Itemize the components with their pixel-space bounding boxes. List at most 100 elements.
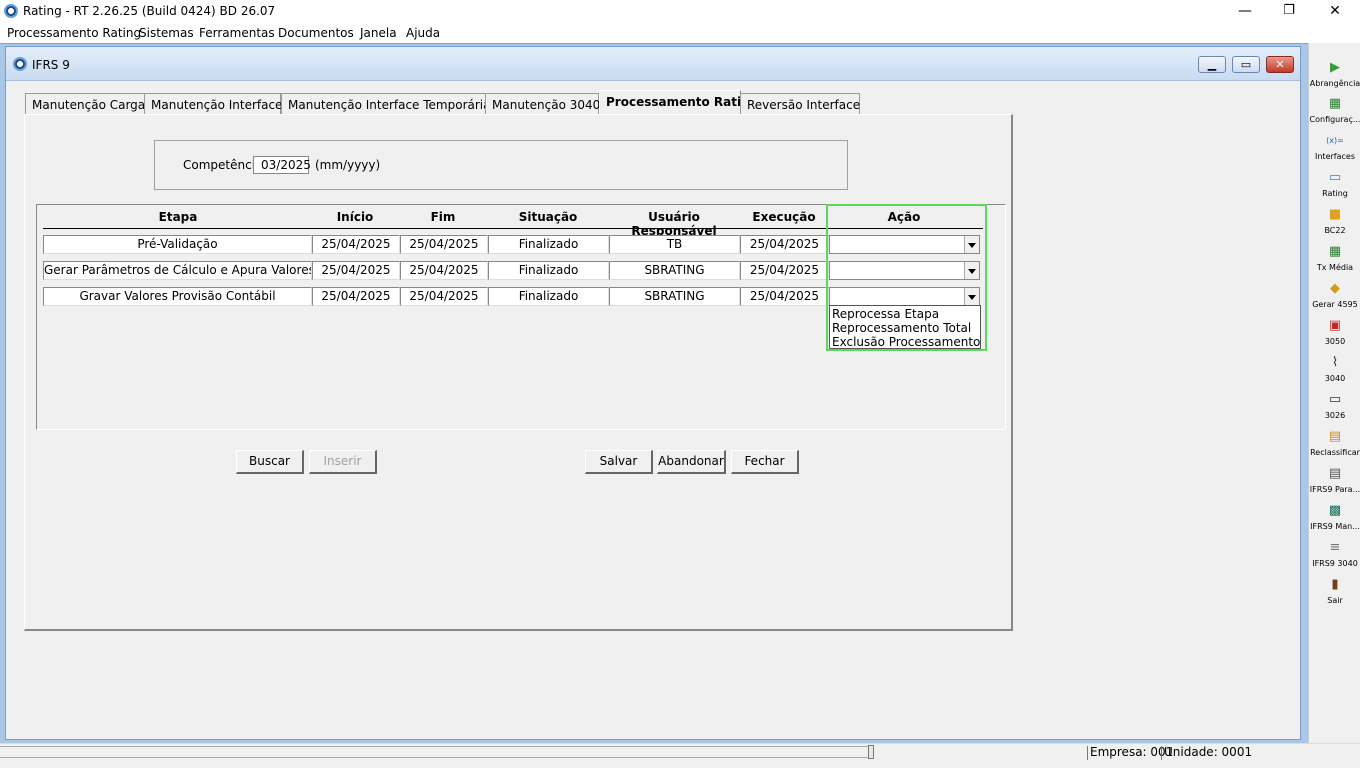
row2-usuario[interactable]: SBRATING bbox=[609, 261, 740, 280]
toolbar-item-3026[interactable]: ▭ 3026 bbox=[1309, 392, 1360, 428]
menu-ferramentas[interactable]: Ferramentas bbox=[199, 26, 275, 40]
abandonar-button[interactable]: Abandonar bbox=[657, 450, 726, 474]
ifrs9-parametros-icon: ▤ bbox=[1328, 466, 1342, 481]
toolbar-item-ifrs9-manutencao[interactable]: ▩ IFRS9 Man... bbox=[1309, 503, 1360, 539]
minimize-button[interactable]: — bbox=[1222, 0, 1268, 23]
tab-manutencao-interface[interactable]: Manutenção Interface bbox=[144, 93, 282, 115]
app-title: Rating - RT 2.26.25 (Build 0424) BD 26.0… bbox=[23, 4, 276, 18]
app-title-bar: Rating - RT 2.26.25 (Build 0424) BD 26.0… bbox=[0, 0, 1360, 23]
toolbar-item-reclassificar[interactable]: ▤ Reclassificar bbox=[1309, 429, 1360, 465]
chevron-down-icon[interactable] bbox=[964, 262, 979, 279]
row3-acao-select[interactable] bbox=[829, 287, 980, 306]
competencia-format-hint: (mm/yyyy) bbox=[315, 158, 381, 172]
toolbar-item-3050[interactable]: ▣ 3050 bbox=[1309, 318, 1360, 354]
tab-manutencao-interface-temporaria[interactable]: Manutenção Interface Temporária bbox=[281, 93, 491, 115]
row2-inicio[interactable]: 25/04/2025 bbox=[312, 261, 400, 280]
row3-usuario[interactable]: SBRATING bbox=[609, 287, 740, 306]
option-reprocessamento-total[interactable]: Reprocessamento Total bbox=[832, 321, 971, 335]
gerar-4595-icon: ◆ bbox=[1330, 281, 1340, 296]
row2-execucao[interactable]: 25/04/2025 bbox=[740, 261, 829, 280]
status-bar: Empresa: 001 Unidade: 0001 bbox=[0, 743, 1360, 768]
buscar-button[interactable]: Buscar bbox=[236, 450, 304, 474]
close-button[interactable]: ✕ bbox=[1312, 0, 1358, 23]
status-unidade: Unidade: 0001 bbox=[1164, 745, 1253, 759]
row3-situacao[interactable]: Finalizado bbox=[488, 287, 609, 306]
row1-inicio[interactable]: 25/04/2025 bbox=[312, 235, 400, 254]
maximize-button[interactable]: ❐ bbox=[1266, 0, 1312, 23]
row3-etapa[interactable]: Gravar Valores Provisão Contábil bbox=[43, 287, 312, 306]
chevron-down-icon[interactable] bbox=[964, 236, 979, 253]
interfaces-icon: (x)= bbox=[1326, 136, 1344, 145]
menu-documentos[interactable]: Documentos bbox=[278, 26, 354, 40]
header-divider bbox=[43, 228, 983, 229]
row1-situacao[interactable]: Finalizado bbox=[488, 235, 609, 254]
toolbar-label: Abrangência bbox=[1309, 79, 1360, 88]
fechar-button[interactable]: Fechar bbox=[731, 450, 799, 474]
toolbar-item-interfaces[interactable]: (x)= Interfaces bbox=[1309, 133, 1360, 169]
row2-fim[interactable]: 25/04/2025 bbox=[400, 261, 488, 280]
column-header-situacao: Situação bbox=[518, 210, 578, 224]
toolbar-label: Gerar 4595 bbox=[1312, 300, 1358, 309]
3026-icon: ▭ bbox=[1328, 392, 1342, 407]
toolbar-item-3040[interactable]: ⌇ 3040 bbox=[1309, 355, 1360, 391]
tx-media-icon: ▦ bbox=[1328, 244, 1342, 259]
toolbar-item-sair[interactable]: ▮ Sair bbox=[1309, 577, 1360, 613]
window-restore-button[interactable]: ▭ bbox=[1232, 56, 1260, 73]
toolbar-label: 3050 bbox=[1324, 337, 1346, 346]
minimize-icon: ▁ bbox=[1207, 58, 1217, 71]
toolbar-label: IFRS9 3040 bbox=[1312, 559, 1358, 568]
tab-manutencao-3040[interactable]: Manutenção 3040 bbox=[485, 93, 600, 115]
toolbar-item-ifrs9-parametros[interactable]: ▤ IFRS9 Para... bbox=[1309, 466, 1360, 502]
tab-manutencao-carga[interactable]: Manutenção Carga bbox=[25, 93, 145, 115]
toolbar-label: IFRS9 Man... bbox=[1310, 522, 1360, 531]
option-reprocessa-etapa[interactable]: Reprocessa Etapa bbox=[832, 307, 939, 321]
horizontal-scrollbar[interactable] bbox=[0, 746, 872, 758]
toolbar-item-rating-folder[interactable]: ▭ Rating bbox=[1309, 170, 1360, 206]
rating-folder-icon: ▭ bbox=[1328, 170, 1342, 185]
status-separator bbox=[1161, 746, 1162, 760]
tab-processamento-rating[interactable]: Processamento Rating bbox=[599, 90, 758, 115]
chevron-down-icon[interactable] bbox=[964, 288, 979, 305]
toolbar-item-tx-media[interactable]: ▦ Tx Média bbox=[1309, 244, 1360, 280]
row1-execucao[interactable]: 25/04/2025 bbox=[740, 235, 829, 254]
scrollbar-thumb[interactable] bbox=[868, 745, 874, 759]
menu-sistemas[interactable]: Sistemas bbox=[139, 26, 194, 40]
menu-ajuda[interactable]: Ajuda bbox=[406, 26, 440, 40]
abrangencia-icon: ▶ bbox=[1330, 60, 1340, 75]
menu-processamento-rating[interactable]: Processamento Rating bbox=[7, 26, 141, 40]
row2-etapa[interactable]: Gerar Parâmetros de Cálculo e Apura Valo… bbox=[43, 261, 312, 280]
competencia-label: Competência bbox=[183, 158, 263, 172]
row2-situacao[interactable]: Finalizado bbox=[488, 261, 609, 280]
window-close-button[interactable]: ✕ bbox=[1266, 56, 1294, 73]
toolbar-label: Interfaces bbox=[1315, 152, 1355, 161]
salvar-button[interactable]: Salvar bbox=[585, 450, 653, 474]
row2-acao-select[interactable] bbox=[829, 261, 980, 280]
row1-acao-select[interactable] bbox=[829, 235, 980, 254]
menu-janela[interactable]: Janela bbox=[360, 26, 397, 40]
tab-reversao-interface[interactable]: Reversão Interface bbox=[740, 93, 860, 115]
ifrs9-manutencao-icon: ▩ bbox=[1328, 503, 1342, 518]
toolbar-item-ifrs9-3040[interactable]: ≡ IFRS9 3040 bbox=[1309, 540, 1360, 576]
option-exclusao-processamento[interactable]: Exclusão Processamento bbox=[832, 335, 980, 349]
row1-etapa[interactable]: Pré-Validação bbox=[43, 235, 312, 254]
row3-inicio[interactable]: 25/04/2025 bbox=[312, 287, 400, 306]
column-header-acao: Ação bbox=[887, 210, 921, 224]
row1-usuario[interactable]: TB bbox=[609, 235, 740, 254]
inserir-button[interactable]: Inserir bbox=[309, 450, 377, 474]
row3-fim[interactable]: 25/04/2025 bbox=[400, 287, 488, 306]
toolbar-item-abrangencia[interactable]: ▶ Abrangência bbox=[1309, 60, 1360, 96]
toolbar-label: 3026 bbox=[1324, 411, 1346, 420]
toolbar-item-bc22-cube[interactable]: ■ BC22 bbox=[1309, 207, 1360, 243]
configuracao-icon: ▦ bbox=[1328, 96, 1342, 111]
toolbar-label: IFRS9 Para... bbox=[1309, 485, 1360, 494]
reclassificar-icon: ▤ bbox=[1328, 429, 1342, 444]
toolbar-item-configuracao[interactable]: ▦ Configuraç... bbox=[1309, 96, 1360, 132]
toolbar-label: BC22 bbox=[1324, 226, 1346, 235]
3050-icon: ▣ bbox=[1328, 318, 1342, 333]
toolbar-item-gerar-4595[interactable]: ◆ Gerar 4595 bbox=[1309, 281, 1360, 317]
row1-fim[interactable]: 25/04/2025 bbox=[400, 235, 488, 254]
app-logo-icon bbox=[4, 4, 18, 18]
window-minimize-button[interactable]: ▁ bbox=[1198, 56, 1226, 73]
competencia-input[interactable]: 03/2025 bbox=[253, 156, 311, 174]
row3-execucao[interactable]: 25/04/2025 bbox=[740, 287, 829, 306]
